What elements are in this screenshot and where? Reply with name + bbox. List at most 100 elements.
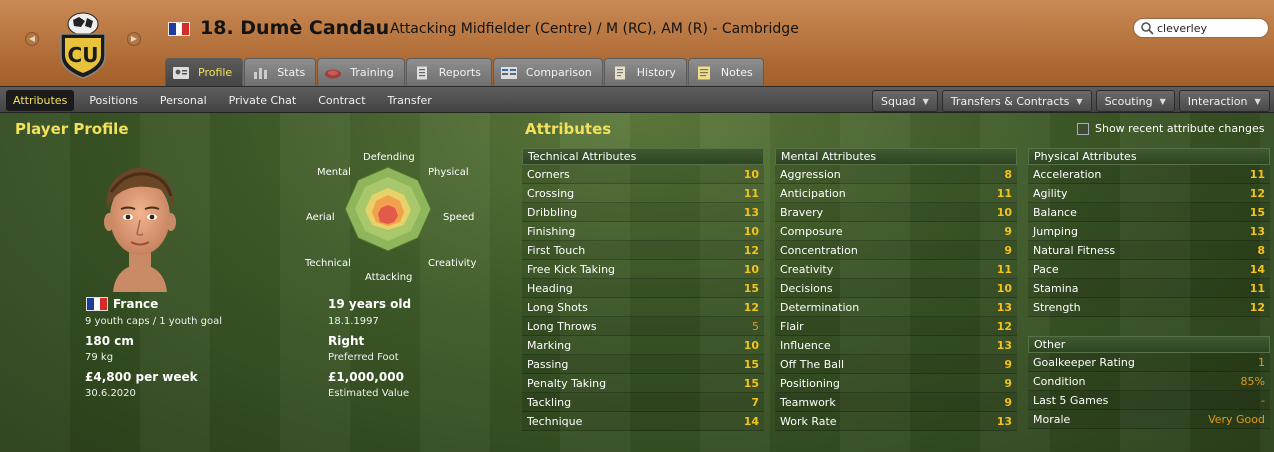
attribute-name: Last 5 Games (1033, 393, 1109, 407)
stats-icon (254, 67, 268, 79)
table-row[interactable]: Influence 13 (775, 336, 1017, 355)
table-row[interactable]: Balance 15 (1028, 203, 1270, 222)
attribute-name: Work Rate (780, 414, 837, 428)
table-row[interactable]: Jumping 13 (1028, 222, 1270, 241)
table-row[interactable]: Acceleration 11 (1028, 165, 1270, 184)
radar-label-defending: Defending (363, 152, 415, 163)
subtab-contract[interactable]: Contract (311, 90, 372, 111)
table-row[interactable]: Tackling 7 (522, 393, 764, 412)
table-row[interactable]: Positioning 9 (775, 374, 1017, 393)
tab-stats[interactable]: Stats (244, 58, 317, 86)
table-row[interactable]: Condition 85% (1028, 372, 1270, 391)
attribute-name: Aggression (780, 167, 841, 181)
attribute-name: Stamina (1033, 281, 1079, 295)
table-row[interactable]: Off The Ball 9 (775, 355, 1017, 374)
attribute-name: Natural Fitness (1033, 243, 1116, 257)
attribute-value: 14 (1249, 262, 1265, 276)
table-row[interactable]: Creativity 11 (775, 260, 1017, 279)
player-portrait (104, 167, 176, 292)
search-input[interactable] (1157, 21, 1267, 35)
attribute-name: Bravery (780, 205, 824, 219)
profile-icon (173, 66, 189, 79)
attribute-value: 11 (743, 186, 759, 200)
table-row[interactable]: Teamwork 9 (775, 393, 1017, 412)
table-row[interactable]: Work Rate 13 (775, 412, 1017, 431)
nationality-flag-icon (86, 297, 108, 311)
radar-label-attacking: Attacking (365, 272, 413, 283)
table-row[interactable]: Crossing 11 (522, 184, 764, 203)
table-row[interactable]: Determination 13 (775, 298, 1017, 317)
nationality[interactable]: France (113, 297, 158, 311)
crest-lettering: CU (68, 43, 99, 67)
recent-changes-checkbox[interactable] (1077, 122, 1089, 135)
chevron-down-icon: ▼ (1159, 96, 1166, 106)
attribute-name: Acceleration (1033, 167, 1102, 181)
table-row[interactable]: Strength 12 (1028, 298, 1270, 317)
interaction-menu-button[interactable]: Interaction ▼ (1178, 90, 1270, 112)
table-row[interactable]: Last 5 Games - (1028, 391, 1270, 410)
tab-comparison[interactable]: Comparison (492, 58, 603, 86)
attribute-name: Long Throws (527, 319, 597, 333)
attribute-name: Corners (527, 167, 570, 181)
transfers-contracts-menu-button[interactable]: Transfers & Contracts ▼ (941, 90, 1092, 112)
scouting-menu-button[interactable]: Scouting ▼ (1095, 90, 1175, 112)
table-row[interactable]: Penalty Taking 15 (522, 374, 764, 393)
attribute-value: 10 (743, 224, 759, 238)
attribute-name: Determination (780, 300, 860, 314)
attribute-name: Anticipation (780, 186, 846, 200)
table-row[interactable]: Aggression 8 (775, 165, 1017, 184)
attribute-name: Balance (1033, 205, 1077, 219)
table-row[interactable]: Goalkeeper Rating 1 (1028, 353, 1270, 372)
table-row[interactable]: Long Throws 5 (522, 317, 764, 336)
subtab-attributes[interactable]: Attributes (6, 90, 75, 111)
previous-player-button[interactable]: ◀ (25, 32, 39, 46)
tab-comparison-label: Comparison (525, 66, 592, 79)
table-row[interactable]: Corners 10 (522, 165, 764, 184)
chevron-down-icon: ▼ (1076, 96, 1083, 106)
table-row[interactable]: Natural Fitness 8 (1028, 241, 1270, 260)
subtab-positions[interactable]: Positions (82, 90, 145, 111)
attribute-name: Creativity (780, 262, 834, 276)
table-row[interactable]: Concentration 9 (775, 241, 1017, 260)
next-player-button[interactable]: ▶ (127, 32, 141, 46)
table-row[interactable]: Flair 12 (775, 317, 1017, 336)
tab-notes[interactable]: Notes (687, 58, 764, 86)
table-row[interactable]: Passing 15 (522, 355, 764, 374)
table-row[interactable]: Bravery 10 (775, 203, 1017, 222)
table-row[interactable]: Marking 10 (522, 336, 764, 355)
attribute-value: 13 (996, 300, 1012, 314)
technical-attributes-table: Technical Attributes Corners 10 Crossing 11… (522, 148, 764, 431)
table-row[interactable]: Agility 12 (1028, 184, 1270, 203)
attribute-value: 11 (996, 186, 1012, 200)
weight: 79 kg (85, 352, 114, 363)
table-row[interactable]: Morale Very Good (1028, 410, 1270, 429)
table-row[interactable]: Anticipation 11 (775, 184, 1017, 203)
table-row[interactable]: Decisions 10 (775, 279, 1017, 298)
attribute-value: 8 (1004, 167, 1012, 181)
tab-profile[interactable]: Profile (165, 58, 244, 86)
tab-training[interactable]: Training (317, 58, 405, 86)
tab-reports[interactable]: Reports (405, 58, 492, 86)
attribute-value: 15 (1249, 205, 1265, 219)
search-box[interactable] (1133, 18, 1269, 38)
table-row[interactable]: Long Shots 12 (522, 298, 764, 317)
subtab-private-chat[interactable]: Private Chat (222, 90, 304, 111)
table-row[interactable]: Composure 9 (775, 222, 1017, 241)
table-row[interactable]: Heading 15 (522, 279, 764, 298)
attribute-name: Flair (780, 319, 804, 333)
subtab-transfer[interactable]: Transfer (381, 90, 439, 111)
table-row[interactable]: Pace 14 (1028, 260, 1270, 279)
tab-history[interactable]: History (603, 58, 687, 86)
table-row[interactable]: Dribbling 13 (522, 203, 764, 222)
table-row[interactable]: First Touch 12 (522, 241, 764, 260)
table-row[interactable]: Stamina 11 (1028, 279, 1270, 298)
recent-changes-toggle[interactable]: Show recent attribute changes (1077, 122, 1265, 135)
squad-menu-button[interactable]: Squad ▼ (872, 90, 938, 112)
attribute-value: 85% (1240, 374, 1265, 388)
squad-menu-label: Squad (881, 94, 916, 108)
table-row[interactable]: Technique 14 (522, 412, 764, 431)
attribute-name: Penalty Taking (527, 376, 607, 390)
table-row[interactable]: Finishing 10 (522, 222, 764, 241)
subtab-personal[interactable]: Personal (153, 90, 214, 111)
table-row[interactable]: Free Kick Taking 10 (522, 260, 764, 279)
